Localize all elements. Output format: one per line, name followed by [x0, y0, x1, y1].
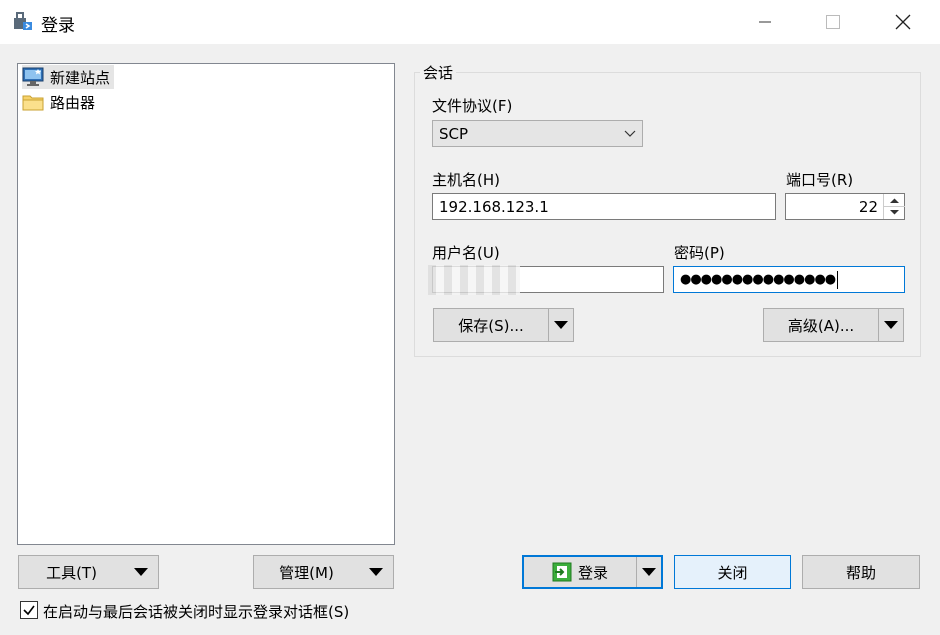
session-group-label: 会话 — [420, 62, 457, 83]
dropdown-arrow-icon — [134, 568, 148, 576]
text-caret — [837, 270, 839, 289]
protocol-label: 文件协议(F) — [432, 97, 513, 115]
port-value: 22 — [858, 197, 878, 216]
folder-icon — [22, 95, 44, 111]
advanced-dropdown[interactable] — [879, 321, 903, 329]
close-button-label: 关闭 — [717, 563, 748, 582]
maximize-icon — [826, 15, 840, 29]
login-icon — [552, 562, 572, 582]
spin-arrows-icon — [884, 198, 905, 215]
dropdown-arrow-icon — [884, 321, 898, 329]
minimize-icon — [759, 21, 771, 23]
computer-icon — [22, 67, 44, 86]
tree-item-label: 新建站点 — [50, 68, 111, 87]
password-input[interactable]: ●●●●●●●●●●●●●●● — [673, 266, 905, 293]
save-button[interactable]: 保存(S)... — [433, 308, 574, 342]
window-title: 登录 — [41, 16, 75, 36]
tree-item-label: 路由器 — [50, 93, 96, 112]
close-icon — [895, 14, 911, 30]
close-window-button[interactable] — [880, 0, 926, 44]
tree-item-router[interactable]: 路由器 — [22, 90, 99, 114]
manage-button-label: 管理(M) — [279, 563, 334, 582]
chevron-down-icon — [624, 130, 636, 137]
redacted-username — [428, 265, 520, 295]
host-label: 主机名(H) — [432, 171, 500, 189]
save-dropdown[interactable] — [549, 321, 573, 329]
login-button-content: 登录 — [524, 562, 636, 583]
login-button[interactable]: 登录 — [522, 555, 663, 589]
login-button-label: 登录 — [577, 563, 608, 582]
save-button-label: 保存(S)... — [458, 316, 524, 335]
app-icon — [14, 12, 32, 30]
show-login-checkbox[interactable] — [20, 601, 38, 619]
maximize-button — [810, 0, 856, 44]
login-dropdown[interactable] — [637, 568, 661, 576]
dropdown-arrow-icon — [554, 321, 568, 329]
password-label: 密码(P) — [674, 244, 725, 262]
tree-item-new-site[interactable]: 新建站点 — [22, 65, 115, 89]
close-button[interactable]: 关闭 — [674, 555, 791, 589]
site-tree[interactable]: 新建站点 路由器 — [17, 63, 395, 545]
user-label: 用户名(U) — [432, 244, 500, 262]
host-value: 192.168.123.1 — [439, 197, 549, 216]
password-value: ●●●●●●●●●●●●●●● — [680, 272, 836, 287]
dropdown-arrow-icon — [369, 568, 383, 576]
host-input[interactable]: 192.168.123.1 — [432, 193, 776, 220]
help-button-label: 帮助 — [845, 563, 876, 582]
manage-dropdown[interactable] — [359, 568, 393, 576]
advanced-button-label: 高级(A)... — [787, 316, 855, 335]
tools-button-label: 工具(T) — [46, 563, 97, 582]
port-label: 端口号(R) — [786, 171, 854, 189]
port-stepper[interactable] — [883, 194, 905, 219]
checkmark-icon — [23, 605, 35, 616]
protocol-value: SCP — [439, 124, 469, 143]
show-login-checkbox-label[interactable]: 在启动与最后会话被关闭时显示登录对话框(S) — [43, 601, 349, 622]
tools-dropdown[interactable] — [124, 568, 158, 576]
tools-button[interactable]: 工具(T) — [18, 555, 159, 589]
dropdown-arrow-icon — [642, 568, 656, 576]
protocol-select[interactable]: SCP — [432, 120, 643, 147]
manage-button[interactable]: 管理(M) — [253, 555, 394, 589]
help-button[interactable]: 帮助 — [802, 555, 920, 589]
title-bar: 登录 — [0, 0, 940, 44]
advanced-button[interactable]: 高级(A)... — [763, 308, 904, 342]
minimize-button[interactable] — [742, 0, 788, 44]
